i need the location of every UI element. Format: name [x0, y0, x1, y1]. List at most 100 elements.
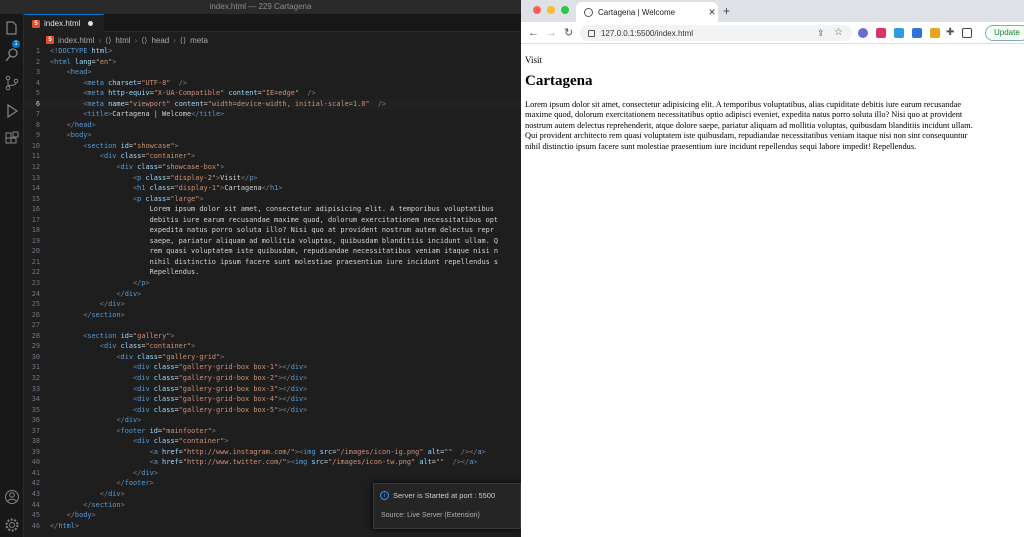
code-line[interactable]: 11 <div class="container"> — [24, 151, 521, 162]
code-line[interactable]: 24 </div> — [24, 289, 521, 300]
close-tab-icon[interactable]: ✕ — [706, 7, 718, 18]
reload-icon[interactable]: ↻ — [564, 26, 573, 40]
forward-arrow-icon[interactable]: → — [546, 26, 557, 40]
breadcrumb-head[interactable]: head — [151, 36, 169, 45]
code-line[interactable]: 28 <section id="gallery"> — [24, 331, 521, 342]
code-line[interactable]: 40 <a href="http://www.twitter.com/"><im… — [24, 457, 521, 468]
code-text: <body> — [66, 131, 92, 140]
code-line[interactable]: 2 <html lang="en"> — [24, 57, 521, 68]
extension-gear-icon[interactable] — [858, 28, 868, 38]
code-line[interactable]: 12 <div class="showcase-box"> — [24, 162, 521, 173]
element-icon: ⟨⟩ — [179, 35, 187, 45]
line-number: 39 — [31, 447, 40, 456]
share-icon[interactable]: ⇪ — [817, 26, 825, 40]
code-text: expedita natus porro soluta illo? Nisi q… — [50, 226, 494, 235]
side-panel-icon[interactable] — [962, 28, 972, 38]
code-line[interactable]: 36 </div> — [24, 415, 521, 426]
address-bar[interactable]: 127.0.0.1:5500/index.html — [580, 25, 852, 41]
code-line[interactable]: 41 </div> — [24, 468, 521, 479]
url-text: 127.0.0.1:5500/index.html — [601, 28, 694, 38]
bookmark-star-icon[interactable]: ☆ — [834, 26, 843, 40]
code-line[interactable]: 26 </section> — [24, 310, 521, 321]
window-title: index.html — 229 Cartagena — [0, 0, 521, 14]
update-button[interactable]: Update — [985, 25, 1024, 41]
tab-index-html[interactable]: 5 index.html — [24, 14, 104, 32]
browser-tab-title: Cartagena | Welcome — [598, 7, 676, 17]
explorer-icon[interactable] — [4, 20, 20, 36]
line-number: 13 — [31, 173, 40, 182]
code-text: <a href="http://www.instagram.com/"><img… — [149, 447, 486, 456]
extension-icon[interactable] — [894, 28, 904, 38]
run-debug-icon[interactable] — [4, 103, 20, 119]
code-line[interactable]: 5 <meta http-equiv="X-UA-Compatible" con… — [24, 88, 521, 99]
new-tab-plus-icon[interactable]: + — [723, 3, 730, 19]
chevron-right-icon: › — [134, 35, 138, 45]
line-number: 4 — [35, 78, 40, 87]
extension-icon[interactable] — [912, 28, 922, 38]
tab-label: index.html — [44, 19, 81, 28]
minimize-window-dot[interactable] — [547, 6, 555, 14]
element-icon: ⟨⟩ — [141, 35, 148, 45]
settings-gear-icon[interactable] — [4, 517, 20, 533]
code-text: <div class="container"> — [132, 437, 229, 446]
code-line[interactable]: 10 <section id="showcase"> — [24, 141, 521, 152]
code-line[interactable]: 27 — [24, 320, 521, 331]
code-line[interactable]: 16 Lorem ipsum dolor sit amet, consectet… — [24, 204, 521, 215]
extension-icon[interactable] — [876, 28, 886, 38]
code-text: debitis iure earum recusandae maxime quo… — [50, 215, 499, 224]
code-line[interactable]: 4 <meta charset="UTF-8" /> — [24, 78, 521, 89]
source-control-icon[interactable] — [4, 75, 20, 91]
code-line[interactable]: 13 <p class="display-2">Visit</p> — [24, 173, 521, 184]
breadcrumb-file[interactable]: index.html — [58, 36, 94, 45]
account-icon[interactable] — [4, 489, 20, 505]
code-line[interactable]: 21 nihil distinctio ipsum facere sunt mo… — [24, 257, 521, 268]
code-line[interactable]: 34 <div class="gallery-grid-box box-4"><… — [24, 394, 521, 405]
site-info-icon[interactable] — [588, 29, 595, 37]
code-text: </html> — [50, 521, 80, 530]
code-line[interactable]: 9 <body> — [24, 130, 521, 141]
line-number: 17 — [31, 215, 40, 224]
code-line[interactable]: 25 </div> — [24, 299, 521, 310]
line-number: 20 — [31, 247, 40, 256]
code-line[interactable]: 33 <div class="gallery-grid-box box-3"><… — [24, 384, 521, 395]
html5-file-icon: 5 — [46, 36, 54, 44]
code-line[interactable]: 37 <footer id="mainfooter"> — [24, 426, 521, 437]
line-number: 46 — [31, 521, 40, 530]
paragraph-line: Lorem ipsum dolor sit amet, consectetur … — [525, 100, 962, 109]
code-line[interactable]: 8 </head> — [24, 120, 521, 131]
search-icon[interactable] — [4, 47, 20, 63]
code-line[interactable]: 32 <div class="gallery-grid-box box-2"><… — [24, 373, 521, 384]
code-line[interactable]: 22 Repellendus. — [24, 267, 521, 278]
maximize-window-dot[interactable] — [561, 6, 569, 14]
breadcrumb-meta[interactable]: meta — [190, 36, 208, 45]
code-line[interactable]: 15 <p class="large"> — [24, 194, 521, 205]
code-line[interactable]: 30 <div class="gallery-grid"> — [24, 352, 521, 363]
browser-window: Cartagena | Welcome ✕ + ← → ↻ 127.0.0.1:… — [521, 0, 1024, 537]
close-window-dot[interactable] — [533, 6, 541, 14]
code-line[interactable]: 39 <a href="http://www.instagram.com/"><… — [24, 447, 521, 458]
code-line[interactable]: 23 </p> — [24, 278, 521, 289]
code-line[interactable]: 31 <div class="gallery-grid-box box-1"><… — [24, 362, 521, 373]
code-line[interactable]: 1 <!DOCTYPE html> — [24, 46, 521, 57]
extension-icon[interactable] — [930, 28, 940, 38]
extensions-icon[interactable] — [4, 131, 20, 147]
unsaved-dot-icon[interactable] — [88, 21, 94, 26]
code-line[interactable]: 18 expedita natus porro soluta illo? Nis… — [24, 225, 521, 236]
code-text: Repellendus. — [50, 268, 200, 277]
extensions-puzzle-icon[interactable]: ✚ — [946, 26, 954, 40]
breadcrumb-html[interactable]: html — [115, 36, 130, 45]
code-line[interactable]: 29 <div class="container"> — [24, 341, 521, 352]
code-line[interactable]: 7 <title>Cartagena | Welcome</title> — [24, 109, 521, 120]
code-line[interactable]: 20 rem quasi voluptatem iste quibusdam, … — [24, 246, 521, 257]
code-line[interactable]: 38 <div class="container"> — [24, 436, 521, 447]
code-line[interactable]: 14 <h1 class="display-1">Cartagena</h1> — [24, 183, 521, 194]
browser-tab[interactable]: Cartagena | Welcome ✕ — [576, 2, 718, 22]
code-text: <p class="large"> — [132, 194, 204, 203]
code-line[interactable]: 35 <div class="gallery-grid-box box-5"><… — [24, 405, 521, 416]
code-line[interactable]: 19 saepe, pariatur aliquam ad mollitia v… — [24, 236, 521, 247]
code-line[interactable]: 17 debitis iure earum recusandae maxime … — [24, 215, 521, 226]
code-editor[interactable]: 1 <!DOCTYPE html> 2 <html lang="en"> 3 <head… — [24, 46, 521, 537]
code-line[interactable]: 3 <head> — [24, 67, 521, 78]
back-arrow-icon[interactable]: ← — [528, 26, 539, 40]
code-line[interactable]: 6 <meta name="viewport" content="width=d… — [24, 98, 521, 110]
